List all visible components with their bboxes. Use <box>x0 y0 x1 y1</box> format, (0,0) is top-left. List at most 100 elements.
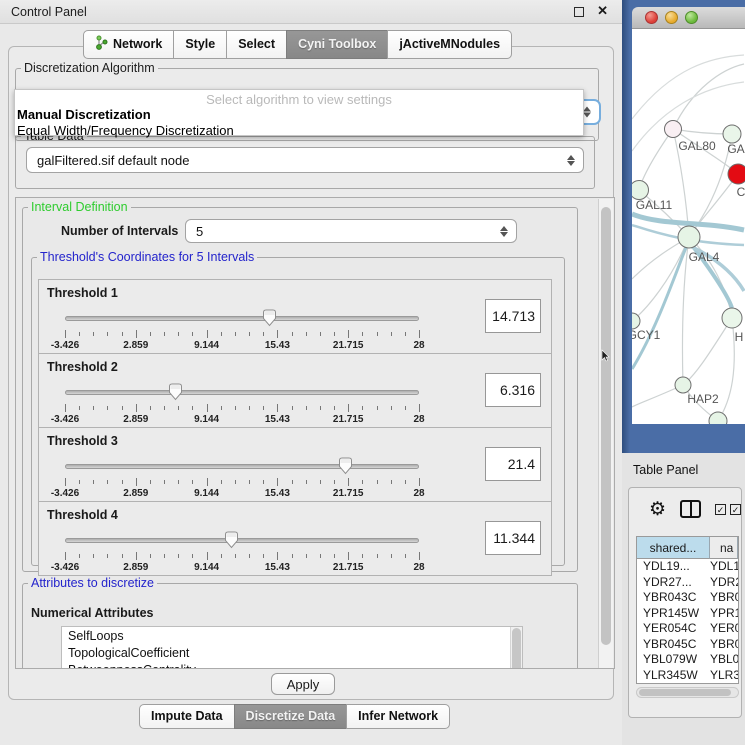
tab-infer-network[interactable]: Infer Network <box>346 704 450 729</box>
node-label: GAL80 <box>678 139 716 153</box>
settings-vertical-scrollbar[interactable] <box>598 199 613 669</box>
tab-impute-data[interactable]: Impute Data <box>139 704 235 729</box>
tab-network-label: Network <box>113 37 162 51</box>
slider-track[interactable] <box>65 464 419 469</box>
node-label: C <box>737 185 745 199</box>
table-row[interactable]: YLR345WYLR3 <box>637 668 738 684</box>
slider-thumb[interactable] <box>262 309 277 332</box>
column-header-shared-name[interactable]: shared... <box>637 537 710 559</box>
table-data-combo[interactable]: galFiltered.sif default node <box>26 147 584 173</box>
network-canvas-svg: GAL80GAGAL11CGAL4GCY1HHAP2 <box>632 29 745 424</box>
tab-cyni-toolbox[interactable]: Cyni Toolbox <box>286 30 388 59</box>
table-row[interactable]: YIL052CYIL0 <box>637 683 738 684</box>
table-row[interactable]: YPR145WYPR1 <box>637 606 738 622</box>
apply-button[interactable]: Apply <box>271 673 335 695</box>
dropdown-option-manual[interactable]: Manual Discretization <box>15 107 583 123</box>
column-header-name[interactable]: na <box>710 537 738 559</box>
attributes-list-scrollbar[interactable] <box>510 627 522 669</box>
network-icon <box>95 35 108 53</box>
tab-style[interactable]: Style <box>173 30 227 59</box>
table-panel-titlebar: Table Panel <box>622 455 745 485</box>
slider-tick-labels: -3.4262.8599.14415.4321.71528 <box>65 340 419 352</box>
threshold-slider[interactable]: -3.4262.8599.14415.4321.71528 <box>65 456 419 500</box>
network-node[interactable] <box>728 164 745 184</box>
table-header-row: shared... na <box>637 537 738 559</box>
network-canvas[interactable]: GAL80GAGAL11CGAL4GCY1HHAP2 <box>632 29 745 424</box>
node-label: GAL4 <box>689 250 720 264</box>
tab-network[interactable]: Network <box>83 30 174 59</box>
interval-definition-group: Interval Definition Number of Intervals … <box>22 200 578 572</box>
slider-track[interactable] <box>65 316 419 321</box>
table-row[interactable]: YDR27...YDR2 <box>637 575 738 591</box>
slider-tick-labels: -3.4262.8599.14415.4321.71528 <box>65 414 419 426</box>
attribute-list-item[interactable]: BetweennessCentrality <box>62 661 522 669</box>
tab-select[interactable]: Select <box>226 30 287 59</box>
network-node[interactable] <box>709 412 727 424</box>
algorithm-dropdown-popup: Select algorithm to view settings Manual… <box>14 89 584 136</box>
threshold-slider[interactable]: -3.4262.8599.14415.4321.71528 <box>65 382 419 426</box>
network-node[interactable] <box>675 377 691 393</box>
threshold-slider[interactable]: -3.4262.8599.14415.4321.71528 <box>65 530 419 574</box>
attributes-scrollbar-thumb[interactable] <box>512 628 521 669</box>
tab-select-label: Select <box>238 37 275 51</box>
network-node[interactable] <box>722 308 742 328</box>
slider-thumb[interactable] <box>224 531 239 554</box>
dropdown-option-equal-width[interactable]: Equal Width/Frequency Discretization <box>15 123 583 139</box>
number-of-intervals-combo[interactable]: 5 <box>185 219 517 243</box>
dropdown-hint: Select algorithm to view settings <box>15 90 583 107</box>
slider-thumb[interactable] <box>338 457 353 480</box>
network-node[interactable] <box>678 226 700 248</box>
attribute-list-item[interactable]: TopologicalCoefficient <box>62 644 522 661</box>
table-row[interactable]: YBL079WYBL0 <box>637 652 738 668</box>
node-label: GAL11 <box>636 198 673 212</box>
checkbox-icon-2[interactable]: ✓ <box>730 504 741 515</box>
attribute-list-item[interactable]: SelfLoops <box>62 627 522 644</box>
table-hscrollbar-thumb[interactable] <box>639 689 731 696</box>
tab-cyni-toolbox-label: Cyni Toolbox <box>298 37 376 51</box>
close-icon[interactable]: ✕ <box>597 3 608 19</box>
table-row[interactable]: YBR043CYBR0 <box>637 590 738 606</box>
gear-icon[interactable]: ⚙ <box>649 500 666 519</box>
float-window-icon[interactable] <box>574 7 584 17</box>
table-row[interactable]: YBR045CYBR0 <box>637 637 738 653</box>
network-node[interactable] <box>632 181 649 200</box>
threshold-slider[interactable]: -3.4262.8599.14415.4321.71528 <box>65 308 419 352</box>
attr-items: SelfLoopsTopologicalCoefficientBetweenne… <box>62 627 522 669</box>
table-browser-window: ⚙ ✓ ✓ shared... na YDL19...YDL1YDR27...Y… <box>628 487 742 718</box>
settings-scrollbar-thumb[interactable] <box>601 207 611 645</box>
table-row[interactable]: YDL19...YDL1 <box>637 559 738 575</box>
threshold-label: Threshold 4 <box>47 508 118 522</box>
control-panel: Control Panel ✕ Network Style Select Cyn… <box>0 0 622 745</box>
network-window-titlebar[interactable] <box>632 7 745 29</box>
split-columns-icon[interactable] <box>680 500 701 518</box>
slider-track[interactable] <box>65 538 419 543</box>
node-label: GCY1 <box>632 328 661 342</box>
threshold-value-field[interactable]: 11.344 <box>485 521 541 555</box>
table-toolbar: ⚙ ✓ ✓ <box>629 488 741 530</box>
threshold-row: Threshold 1 -3.4262.8599.14415.4321.7152… <box>38 279 552 354</box>
slider-ticks <box>65 478 419 486</box>
slider-thumb[interactable] <box>168 383 183 406</box>
slider-ticks <box>65 404 419 412</box>
threshold-value-field[interactable]: 21.4 <box>485 447 541 481</box>
table-data-combo-value: galFiltered.sif default node <box>37 153 189 168</box>
checkbox-icon-1[interactable]: ✓ <box>715 504 726 515</box>
network-node[interactable] <box>723 125 741 143</box>
slider-track[interactable] <box>65 390 419 395</box>
network-view-window[interactable]: GAL80GAGAL11CGAL4GCY1HHAP2 <box>622 0 745 453</box>
numerical-attributes-list[interactable]: SelfLoopsTopologicalCoefficientBetweenne… <box>61 626 523 669</box>
tab-jactivemnodules[interactable]: jActiveMNodules <box>387 30 512 59</box>
network-node[interactable] <box>665 121 682 138</box>
table-row[interactable]: YER054CYER0 <box>637 621 738 637</box>
threshold-coordinates-group: Threshold's Coordinates for 5 Intervals … <box>31 250 565 566</box>
threshold-value-field[interactable]: 6.316 <box>485 373 541 407</box>
table-horizontal-scrollbar[interactable] <box>636 687 739 698</box>
close-traffic-light[interactable] <box>645 11 658 24</box>
zoom-traffic-light[interactable] <box>685 11 698 24</box>
threshold-value-field[interactable]: 14.713 <box>485 299 541 333</box>
top-tab-bar: Network Style Select Cyni Toolbox jActiv… <box>84 30 512 59</box>
minimize-traffic-light[interactable] <box>665 11 678 24</box>
bottom-tab-bar: Impute Data Discretize Data Infer Networ… <box>140 704 450 729</box>
tab-discretize-data[interactable]: Discretize Data <box>234 704 348 729</box>
numerical-attributes-label: Numerical Attributes <box>31 606 153 620</box>
